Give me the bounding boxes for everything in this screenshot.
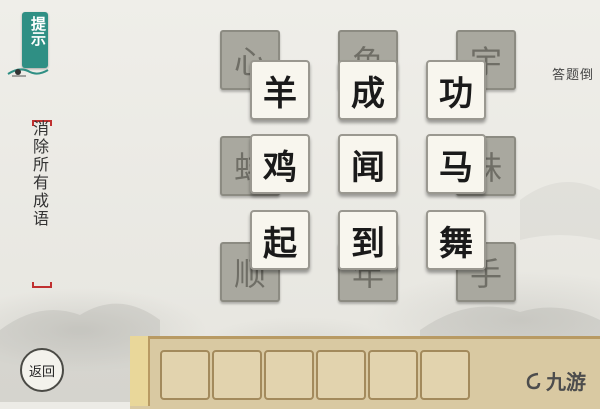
answer-slot[interactable] [264,350,314,400]
bracket-bottom [32,282,52,288]
instruction-text: 消除所有成语 [30,120,49,228]
swirl-icon [526,372,541,389]
crane-icon [7,68,49,77]
tile-1[interactable]: 成 [338,60,398,120]
hint-label: 提示 [29,16,47,46]
tile-8[interactable]: 舞 [426,210,486,270]
tile-6[interactable]: 起 [250,210,310,270]
tile-4[interactable]: 闻 [338,134,398,194]
answer-countdown-label: 答题倒 [552,68,595,83]
answer-slot[interactable] [160,350,210,400]
answer-slot[interactable] [212,350,262,400]
answer-slot[interactable] [316,350,366,400]
watermark-text: 九游 [546,370,586,394]
back-button[interactable]: 返回 [20,348,64,392]
answer-slot[interactable] [420,350,470,400]
tile-7[interactable]: 到 [338,210,398,270]
tile-3[interactable]: 鸡 [250,134,310,194]
watermark-logo: 九游 [524,366,586,395]
tile-5[interactable]: 马 [426,134,486,194]
answer-slot[interactable] [368,350,418,400]
tile-0[interactable]: 羊 [250,60,310,120]
answer-bar-edge [130,336,150,406]
tile-2[interactable]: 功 [426,60,486,120]
